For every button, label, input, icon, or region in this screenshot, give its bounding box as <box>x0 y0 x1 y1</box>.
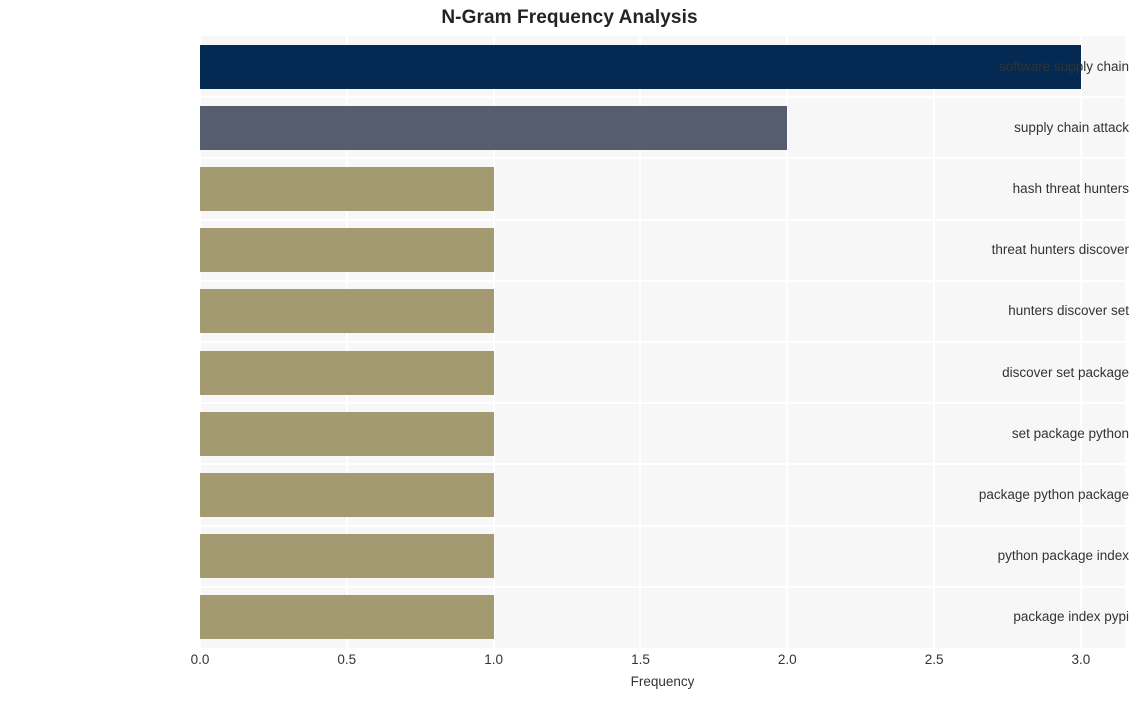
y-axis-tick-label: package index pypi <box>1013 609 1129 625</box>
x-axis-tick-label: 0.5 <box>337 652 357 667</box>
horizontal-gridline <box>200 218 1125 221</box>
bar <box>200 167 494 211</box>
x-axis-tick-label: 1.5 <box>631 652 650 667</box>
chart-title: N-Gram Frequency Analysis <box>441 7 698 28</box>
x-axis-label: Frequency <box>630 674 695 689</box>
y-axis-tick-label: hash threat hunters <box>1012 181 1129 196</box>
horizontal-gridline <box>200 402 1125 405</box>
horizontal-gridline <box>200 96 1125 99</box>
x-axis-tick-label: 2.0 <box>777 652 797 667</box>
y-axis-tick-label: hunters discover set <box>1008 303 1129 319</box>
chart-figure: N-Gram Frequency Analysis software suppl… <box>0 0 1139 701</box>
y-axis-tick-label: software supply chain <box>999 58 1129 74</box>
y-axis-tick-label: set package python <box>1011 425 1129 441</box>
y-axis-tick-label: threat hunters discover <box>991 242 1129 258</box>
horizontal-gridline <box>200 463 1125 466</box>
horizontal-gridline <box>200 279 1125 282</box>
horizontal-gridline <box>200 585 1125 588</box>
y-axis-tick-label: python package index <box>997 548 1129 564</box>
bar <box>200 289 494 334</box>
x-axis-tick-label: 2.5 <box>924 652 944 667</box>
bar <box>200 411 494 456</box>
bar <box>200 534 494 579</box>
y-axis-tick-label: discover set package <box>1002 364 1129 380</box>
bar <box>200 473 494 517</box>
bar <box>200 228 494 273</box>
horizontal-gridline <box>200 524 1125 527</box>
bar <box>200 595 494 640</box>
x-axis-tick-label: 1.0 <box>484 652 504 667</box>
horizontal-gridline <box>200 157 1125 160</box>
x-axis-tick-label: 0.0 <box>190 652 210 667</box>
horizontal-gridline <box>200 341 1125 343</box>
y-axis-tick-label: package python package <box>978 487 1129 502</box>
y-axis-tick-label: supply chain attack <box>1014 119 1129 135</box>
bar <box>200 350 494 395</box>
bar <box>200 105 788 150</box>
x-axis-tick-label: 3.0 <box>1071 652 1091 667</box>
